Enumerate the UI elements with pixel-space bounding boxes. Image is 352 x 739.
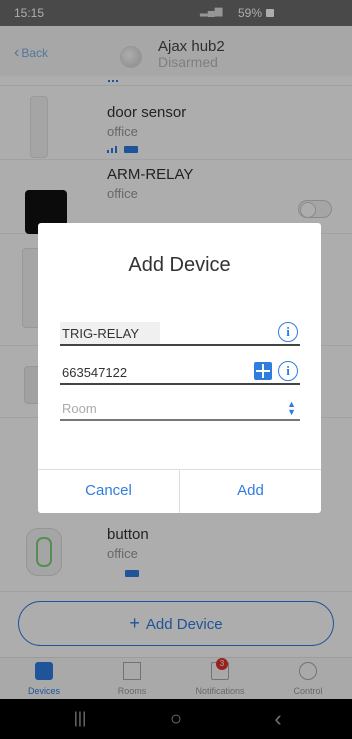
device-name-value: TRIG-RELAY [62, 326, 140, 341]
device-id-value: 663547122 [62, 365, 128, 380]
room-placeholder: Room [62, 401, 97, 416]
device-id-field[interactable]: 663547122 i [60, 361, 300, 385]
qr-scan-icon[interactable] [254, 362, 272, 380]
add-device-dialog: Add Device TRIG-RELAY i 663547122 i Room… [38, 223, 321, 513]
dialog-title: Add Device [128, 254, 231, 276]
device-name-field[interactable]: TRIG-RELAY i [60, 322, 300, 346]
cancel-button[interactable]: Cancel [38, 469, 179, 513]
select-arrows-icon: ▲ ▼ [287, 399, 296, 417]
info-icon[interactable]: i [278, 322, 298, 342]
info-icon[interactable]: i [278, 361, 298, 381]
add-button[interactable]: Add [180, 469, 321, 513]
room-select[interactable]: Room ▲ ▼ [60, 397, 300, 421]
